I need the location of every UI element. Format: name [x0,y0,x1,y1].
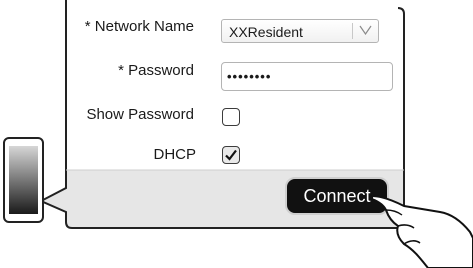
illustration: * Network Name * Password Show Password … [0,0,473,268]
pointing-hand-icon [371,195,473,268]
